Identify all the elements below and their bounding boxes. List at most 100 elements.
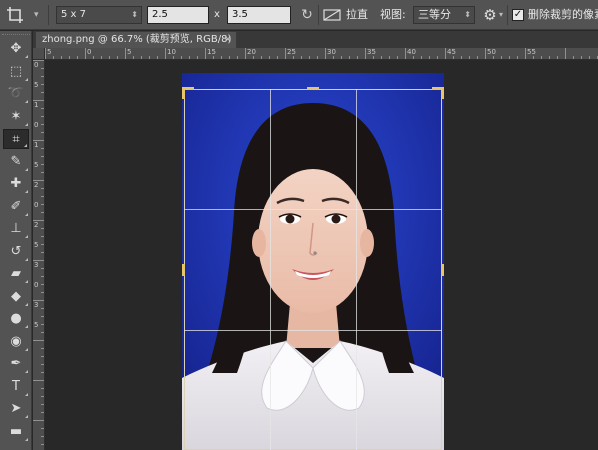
ruler-tick xyxy=(41,356,44,357)
blur-tool-icon[interactable]: ● xyxy=(3,309,29,329)
brush-tool-icon[interactable]: ✐ xyxy=(3,197,29,217)
ruler-tick xyxy=(53,56,54,59)
ruler-tick xyxy=(205,48,206,59)
ruler-tick xyxy=(341,56,342,59)
ruler-tick xyxy=(109,56,110,59)
history-brush-tool-icon[interactable]: ↺ xyxy=(3,242,29,262)
ruler-tick xyxy=(573,56,574,59)
crop-tool-icon[interactable]: ⌗ xyxy=(3,129,29,149)
height-input[interactable]: 3.5 xyxy=(227,6,291,24)
ruler-tick xyxy=(517,56,518,59)
eraser-tool-icon[interactable]: ▰ xyxy=(3,264,29,284)
chevron-down-icon[interactable]: ▾ xyxy=(499,6,503,24)
paint-bucket-tool-icon[interactable]: ◆ xyxy=(3,287,29,307)
ruler-tick xyxy=(421,56,422,59)
ruler-label: 0 xyxy=(34,121,39,129)
ruler-tick xyxy=(141,56,142,59)
tool-preset-arrow-icon[interactable]: ▾ xyxy=(34,6,39,24)
delete-pixels-label: 删除裁剪的像素 xyxy=(528,8,598,21)
view-overlay-value: 三等分 xyxy=(418,8,451,21)
eyedropper-tool-icon[interactable]: ✎ xyxy=(3,152,29,172)
ruler-tick xyxy=(309,56,310,59)
ruler-tick xyxy=(41,364,44,365)
ruler-tick xyxy=(405,48,406,59)
shape-tool-icon[interactable]: ▬ xyxy=(3,422,29,442)
crop-handle-left[interactable] xyxy=(182,264,185,276)
ruler-label: 20 xyxy=(247,48,256,56)
ruler-tick xyxy=(33,420,44,421)
ruler-origin[interactable] xyxy=(33,48,45,60)
ruler-tick xyxy=(269,56,270,59)
ruler-tick xyxy=(149,56,150,59)
swap-dimensions-icon[interactable]: ↻ xyxy=(298,6,316,24)
crop-box[interactable] xyxy=(184,89,442,450)
ruler-tick xyxy=(41,228,44,229)
type-tool-icon[interactable]: T xyxy=(3,377,29,397)
ruler-tick xyxy=(157,56,158,59)
crop-handle-top-left[interactable] xyxy=(182,87,185,99)
crop-icon[interactable] xyxy=(6,6,26,24)
ruler-tick xyxy=(165,48,166,59)
magic-wand-tool-icon[interactable]: ✶ xyxy=(3,107,29,127)
ruler-label: 0 xyxy=(87,48,92,56)
ruler-tick xyxy=(41,436,44,437)
ruler-label: 5 xyxy=(34,161,39,169)
ruler-label: 5 xyxy=(127,48,132,56)
ruler-tick xyxy=(41,316,44,317)
ruler-tick xyxy=(453,56,454,59)
ruler-tick xyxy=(101,56,102,59)
tools-panel: ✥ ⬚ ➰ ✶ ⌗ ✎ ✚ ✐ ⊥ ↺ ▰ ◆ ● ◉ ✒ T ➤ ▬ xyxy=(0,31,32,450)
ruler-tick xyxy=(237,56,238,59)
move-tool-icon[interactable]: ✥ xyxy=(3,39,29,59)
divider xyxy=(318,5,319,25)
straighten-label[interactable]: 拉直 xyxy=(346,6,368,24)
document-canvas[interactable] xyxy=(46,61,598,450)
delete-pixels-checkbox[interactable]: ✓ xyxy=(512,9,524,21)
crop-handle-right[interactable] xyxy=(441,264,444,276)
ratio-preset-select[interactable]: 5 x 7 ⬍ xyxy=(56,6,142,24)
ruler-tick xyxy=(41,92,44,93)
ruler-tick xyxy=(41,164,44,165)
ruler-tick xyxy=(117,56,118,59)
dodge-tool-icon[interactable]: ◉ xyxy=(3,332,29,352)
ruler-tick xyxy=(41,132,44,133)
document-tab[interactable]: zhong.png @ 66.7% (裁剪预览, RGB/8) × xyxy=(35,31,237,48)
ruler-tick xyxy=(493,56,494,59)
healing-brush-tool-icon[interactable]: ✚ xyxy=(3,174,29,194)
crop-handle-top[interactable] xyxy=(307,87,319,90)
chevron-down-icon: ⬍ xyxy=(131,10,138,19)
ruler-tick xyxy=(41,236,44,237)
ruler-label: 30 xyxy=(327,48,336,56)
marquee-tool-icon[interactable]: ⬚ xyxy=(3,62,29,82)
ruler-tick xyxy=(389,56,390,59)
ruler-tick xyxy=(41,84,44,85)
ruler-tick xyxy=(41,268,44,269)
ruler-tick xyxy=(41,156,44,157)
ratio-preset-value: 5 x 7 xyxy=(61,9,86,20)
ruler-tick xyxy=(41,124,44,125)
ruler-tick xyxy=(541,56,542,59)
ruler-tick xyxy=(373,56,374,59)
ruler-tick xyxy=(525,48,526,59)
horizontal-ruler[interactable]: 5 0 5 10 15 20 25 30 35 40 45 50 55 xyxy=(45,48,598,60)
ruler-label: 5 xyxy=(34,241,39,249)
vertical-ruler[interactable]: 05101520253035 xyxy=(33,60,45,450)
ruler-label: 2 xyxy=(34,181,39,189)
document-tab-bar: zhong.png @ 66.7% (裁剪预览, RGB/8) × xyxy=(33,31,598,48)
gear-icon[interactable]: ⚙ xyxy=(481,6,499,24)
divider xyxy=(507,5,508,25)
view-overlay-select[interactable]: 三等分 ⬍ xyxy=(413,6,475,24)
ruler-tick xyxy=(33,340,44,341)
close-icon[interactable]: × xyxy=(224,32,232,48)
width-input[interactable]: 2.5 xyxy=(147,6,209,24)
pen-tool-icon[interactable]: ✒ xyxy=(3,354,29,374)
ruler-tick xyxy=(173,56,174,59)
crop-grid-line xyxy=(184,330,442,331)
width-value: 2.5 xyxy=(152,9,168,20)
clone-stamp-tool-icon[interactable]: ⊥ xyxy=(3,219,29,239)
straighten-icon[interactable] xyxy=(323,7,341,23)
crop-handle-top-right[interactable] xyxy=(441,87,444,99)
lasso-tool-icon[interactable]: ➰ xyxy=(3,84,29,104)
panel-grip[interactable] xyxy=(2,34,30,38)
path-selection-tool-icon[interactable]: ➤ xyxy=(3,399,29,419)
